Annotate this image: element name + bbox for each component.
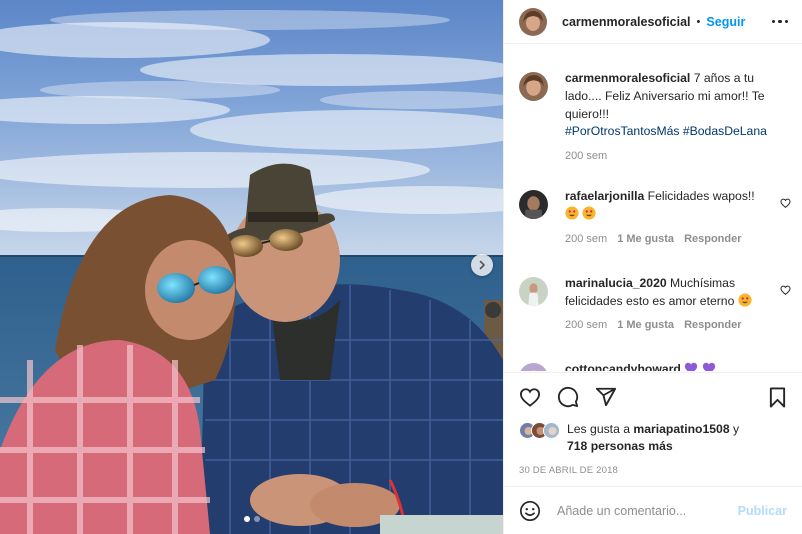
post-header: carmenmoralesoficial • Seguir bbox=[504, 0, 802, 44]
comment-username[interactable]: marinalucia_2020 bbox=[565, 276, 667, 290]
reply-button[interactable]: Responder bbox=[684, 319, 741, 331]
like-comment-heart-icon[interactable] bbox=[780, 196, 791, 211]
post-actions: Les gusta a mariapatino1508 y 718 person… bbox=[504, 372, 802, 476]
comment-item: cottoncandyhoward bbox=[519, 361, 787, 371]
comment-likes[interactable]: 1 Me gusta bbox=[617, 233, 674, 245]
avatar[interactable] bbox=[519, 363, 548, 371]
comment-item: rafaelarjonilla Felicidades wapos!! 200 … bbox=[519, 188, 791, 245]
liked-by-conjunction: y bbox=[733, 422, 740, 436]
liked-by-others[interactable]: 718 personas más bbox=[567, 439, 673, 453]
share-icon[interactable] bbox=[595, 386, 617, 408]
like-comment-heart-icon[interactable] bbox=[780, 283, 791, 298]
avatar-image bbox=[519, 190, 548, 220]
purple-heart-emoji-icon bbox=[702, 363, 715, 371]
add-comment-bar: Publicar bbox=[504, 486, 802, 534]
comment-text: Felicidades wapos!! bbox=[647, 189, 755, 204]
post-date[interactable]: 30 DE ABRIL DE 2018 bbox=[519, 465, 787, 476]
more-dot-icon bbox=[778, 19, 782, 24]
caption-username[interactable]: carmenmoralesoficial bbox=[565, 71, 690, 85]
post-media[interactable] bbox=[0, 0, 503, 534]
comment-time[interactable]: 200 sem bbox=[565, 233, 607, 245]
liked-by-prefix: Les gusta a bbox=[567, 422, 631, 436]
action-bar bbox=[519, 373, 787, 421]
carousel-dot bbox=[253, 516, 260, 522]
avatar-image bbox=[519, 7, 547, 36]
caption-hashtags[interactable]: #PorOtrosTantosMás #BodasDeLana bbox=[565, 124, 767, 138]
likes-summary: Les gusta a mariapatino1508 y 718 person… bbox=[519, 421, 787, 455]
comment-time[interactable]: 200 sem bbox=[565, 319, 607, 331]
emoji-picker-icon[interactable] bbox=[519, 500, 541, 522]
next-slide-button[interactable] bbox=[471, 254, 493, 276]
comment-username[interactable]: rafaelarjonilla bbox=[565, 189, 644, 203]
more-dot-icon bbox=[771, 19, 775, 24]
liked-by-user[interactable]: mariapatino1508 bbox=[633, 422, 729, 436]
caption: carmenmoralesoficial 7 años a tu lado...… bbox=[519, 70, 787, 162]
avatar[interactable] bbox=[519, 7, 547, 36]
purple-heart-emoji-icon bbox=[685, 363, 698, 371]
heart-eyes-emoji-icon bbox=[738, 293, 752, 307]
comment-input[interactable] bbox=[557, 503, 738, 518]
post-sidebar: carmenmoralesoficial • Seguir carmenmora… bbox=[503, 0, 802, 534]
header-username[interactable]: carmenmoralesoficial bbox=[562, 15, 691, 29]
header-separator: • bbox=[696, 15, 701, 28]
reply-button[interactable]: Responder bbox=[684, 233, 741, 245]
more-dot-icon bbox=[784, 19, 788, 24]
liker-avatars bbox=[519, 422, 560, 439]
chevron-right-icon bbox=[479, 260, 485, 270]
avatar[interactable] bbox=[519, 276, 548, 306]
comment-item: marinalucia_2020 Muchísimas felicidades … bbox=[519, 275, 791, 331]
post-photo bbox=[0, 0, 503, 534]
instagram-post: carmenmoralesoficial • Seguir carmenmora… bbox=[0, 0, 802, 534]
comment-username[interactable]: cottoncandyhoward bbox=[565, 362, 681, 371]
heart-eyes-emoji-icon bbox=[565, 206, 579, 220]
heart-eyes-emoji-icon bbox=[582, 206, 596, 220]
carousel-indicator bbox=[0, 516, 503, 522]
comment-likes[interactable]: 1 Me gusta bbox=[617, 319, 674, 331]
avatar-image bbox=[519, 72, 548, 101]
avatar-image bbox=[519, 363, 548, 371]
like-heart-icon[interactable] bbox=[519, 387, 541, 407]
avatar[interactable] bbox=[543, 422, 560, 439]
caption-time[interactable]: 200 sem bbox=[565, 150, 607, 162]
bookmark-icon[interactable] bbox=[768, 387, 787, 408]
carousel-dot-active bbox=[243, 516, 250, 522]
avatar[interactable] bbox=[519, 72, 548, 101]
avatar-image bbox=[519, 276, 548, 306]
comment-icon[interactable] bbox=[557, 386, 579, 408]
publish-button[interactable]: Publicar bbox=[738, 504, 787, 518]
more-options-button[interactable] bbox=[771, 16, 788, 28]
comments-list[interactable]: carmenmoralesoficial 7 años a tu lado...… bbox=[504, 44, 802, 371]
follow-button[interactable]: Seguir bbox=[706, 15, 745, 29]
avatar[interactable] bbox=[519, 190, 548, 220]
